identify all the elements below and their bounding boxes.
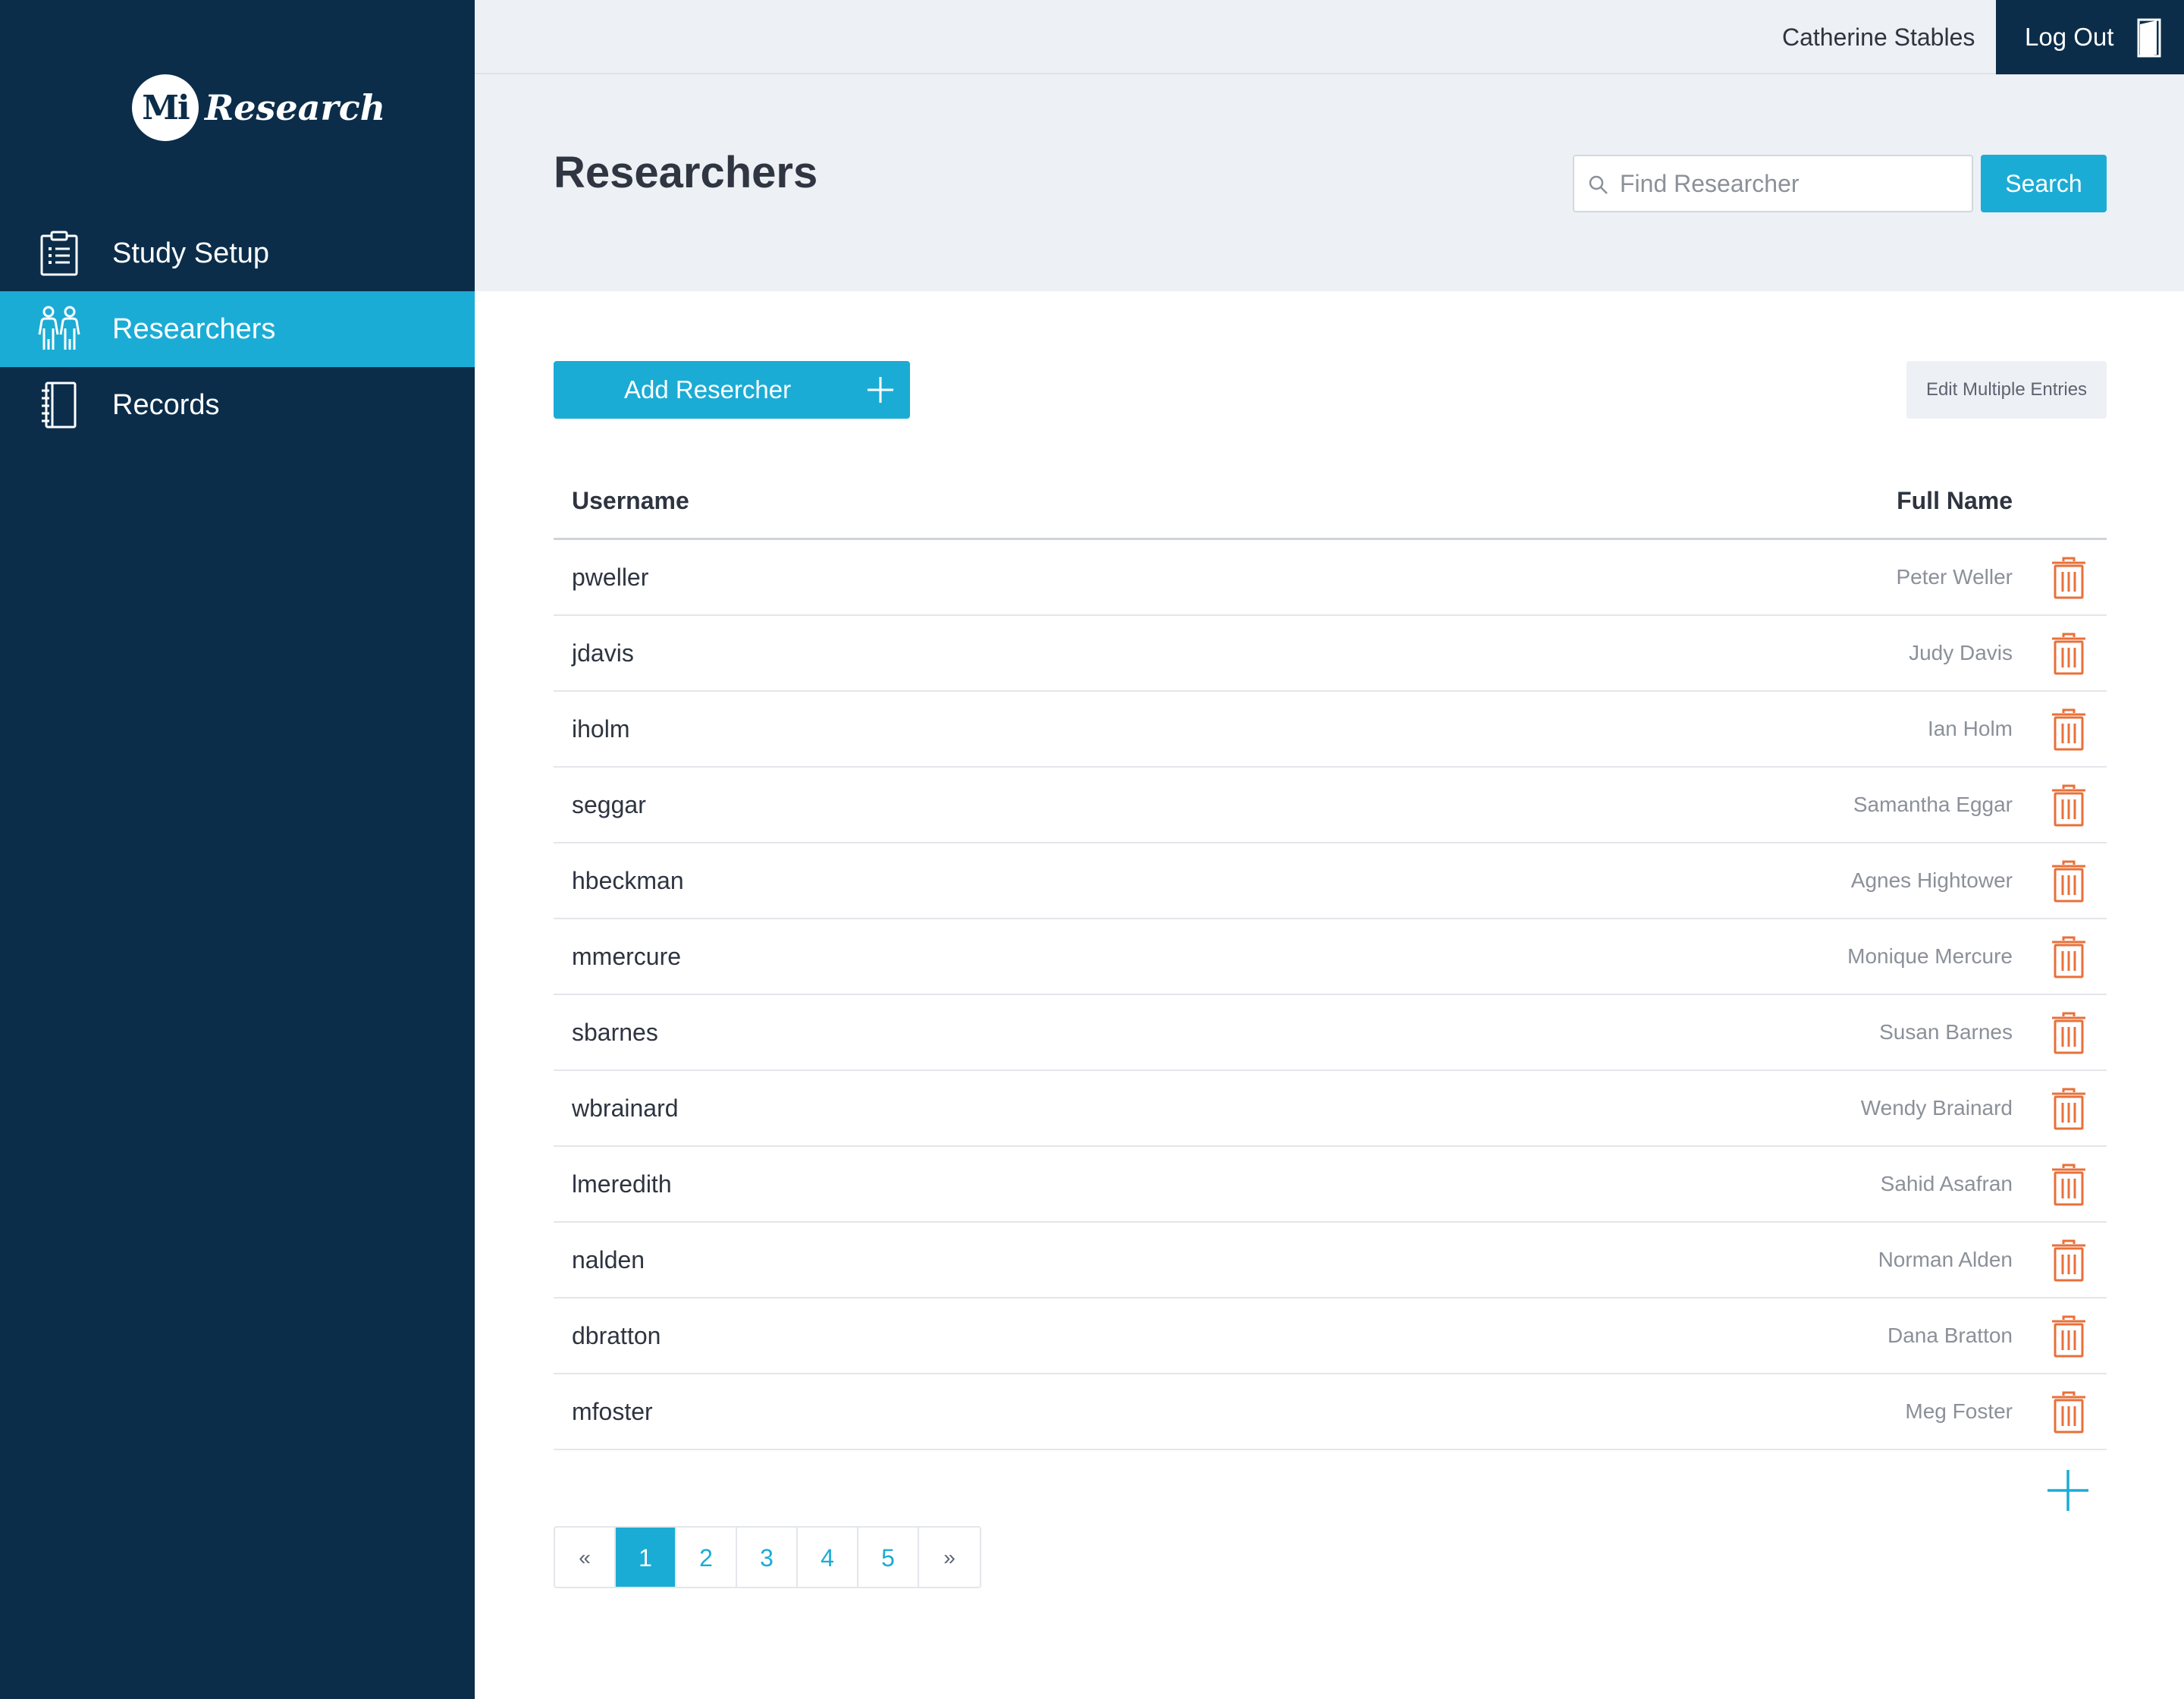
search-button[interactable]: Search [1981,155,2107,212]
table-row[interactable]: mmercure Monique Mercure [554,919,2107,995]
pagination-prev[interactable]: « [555,1528,616,1587]
cell-username: mfoster [572,1397,653,1425]
cell-full-name: Peter Weller [1896,565,2013,589]
cell-username: lmeredith [572,1170,672,1198]
logo-badge: Mi [132,74,199,141]
cell-full-name: Judy Davis [1909,641,2013,664]
search-icon [1588,174,1609,199]
column-header-username[interactable]: Username [572,463,689,539]
page-title: Researchers [554,148,818,197]
top-bar: Catherine Stables Log Out [475,0,2184,74]
table-header: Username Full Name [554,463,2107,540]
plus-icon [866,375,895,410]
sidebar-nav: Study Setup Researchers Records [0,215,475,443]
cell-full-name: Sahid Asafran [1880,1172,2013,1195]
add-researcher-button[interactable]: Add Resercher [554,361,910,419]
search-input[interactable] [1620,169,1953,198]
cell-username: sbarnes [572,1018,658,1046]
cell-full-name: Dana Bratton [1887,1324,2013,1347]
cell-full-name: Meg Foster [1905,1399,2013,1423]
logo-word: Research [205,87,386,128]
cell-full-name: Agnes Hightower [1850,868,2013,892]
cell-full-name: Susan Barnes [1879,1020,2013,1044]
current-user-name[interactable]: Catherine Stables [1782,0,1975,74]
delete-trash-icon[interactable] [2048,557,2090,599]
cell-username: dbratton [572,1321,661,1349]
delete-trash-icon[interactable] [2048,784,2090,827]
logout-label: Log Out [2025,23,2114,51]
pagination-page[interactable]: 3 [737,1528,798,1587]
pagination-page[interactable]: 4 [798,1528,858,1587]
table-row[interactable]: sbarnes Susan Barnes [554,995,2107,1071]
delete-trash-icon[interactable] [2048,1239,2090,1282]
door-exit-icon [2137,18,2161,64]
delete-trash-icon[interactable] [2048,633,2090,675]
cell-username: hbeckman [572,866,684,894]
pagination-page[interactable]: 2 [676,1528,737,1587]
pagination-next[interactable]: » [919,1528,980,1587]
sidebar-item-label: Researchers [112,313,276,345]
clipboard-list-icon [35,229,83,278]
sidebar-item-label: Records [112,389,220,421]
delete-trash-icon[interactable] [2048,708,2090,751]
table-row[interactable]: lmeredith Sahid Asafran [554,1147,2107,1223]
table-row[interactable]: dbratton Dana Bratton [554,1299,2107,1374]
sidebar-item-label: Study Setup [112,237,270,269]
column-header-full-name[interactable]: Full Name [1897,463,2013,539]
app-logo[interactable]: Mi Research [132,74,385,141]
cell-full-name: Samantha Eggar [1853,793,2013,816]
delete-trash-icon[interactable] [2048,1164,2090,1206]
table-row[interactable]: wbrainard Wendy Brainard [554,1071,2107,1147]
cell-full-name: Monique Mercure [1847,944,2013,968]
pagination: « 1 2 3 4 5 » [554,1526,981,1588]
cell-username: jdavis [572,639,634,667]
table-row[interactable]: seggar Samantha Eggar [554,768,2107,843]
notebook-icon [35,381,83,429]
people-icon [35,305,83,353]
sidebar-item-records[interactable]: Records [0,367,475,443]
delete-trash-icon[interactable] [2048,1088,2090,1130]
cell-username: mmercure [572,942,682,970]
table-row[interactable]: iholm Ian Holm [554,692,2107,768]
table-row[interactable]: mfoster Meg Foster [554,1374,2107,1450]
cell-full-name: Ian Holm [1927,717,2013,740]
delete-trash-icon[interactable] [2048,1012,2090,1054]
cell-username: seggar [572,790,646,818]
delete-trash-icon[interactable] [2048,936,2090,978]
table-row[interactable]: hbeckman Agnes Hightower [554,843,2107,919]
cell-username: wbrainard [572,1094,679,1122]
cell-username: nalden [572,1245,645,1273]
sidebar-item-researchers[interactable]: Researchers [0,291,475,367]
cell-username: iholm [572,714,630,743]
delete-trash-icon[interactable] [2048,860,2090,903]
table-row[interactable]: nalden Norman Alden [554,1223,2107,1299]
cell-full-name: Wendy Brainard [1860,1096,2013,1120]
sidebar: Mi Research Study Setup Researchers Reco… [0,0,475,1699]
add-row-plus-icon[interactable] [2044,1467,2091,1514]
sidebar-item-study-setup[interactable]: Study Setup [0,215,475,291]
edit-multiple-entries-button[interactable]: Edit Multiple Entries [1906,361,2107,419]
pagination-page[interactable]: 1 [616,1528,676,1587]
table-row[interactable]: jdavis Judy Davis [554,616,2107,692]
pagination-page[interactable]: 5 [858,1528,919,1587]
researchers-table: Username Full Name pweller Peter Weller jd… [554,463,2107,1450]
search-field[interactable] [1573,155,1973,212]
table-row[interactable]: pweller Peter Weller [554,540,2107,616]
page-header: Researchers Search [475,74,2184,291]
cell-full-name: Norman Alden [1878,1248,2013,1271]
logout-button[interactable]: Log Out [1996,0,2184,74]
delete-trash-icon[interactable] [2048,1315,2090,1358]
delete-trash-icon[interactable] [2048,1391,2090,1434]
cell-username: pweller [572,563,649,591]
table-body: pweller Peter Weller jdavis Judy Davis iholm… [554,540,2107,1450]
add-researcher-label: Add Resercher [624,375,792,404]
